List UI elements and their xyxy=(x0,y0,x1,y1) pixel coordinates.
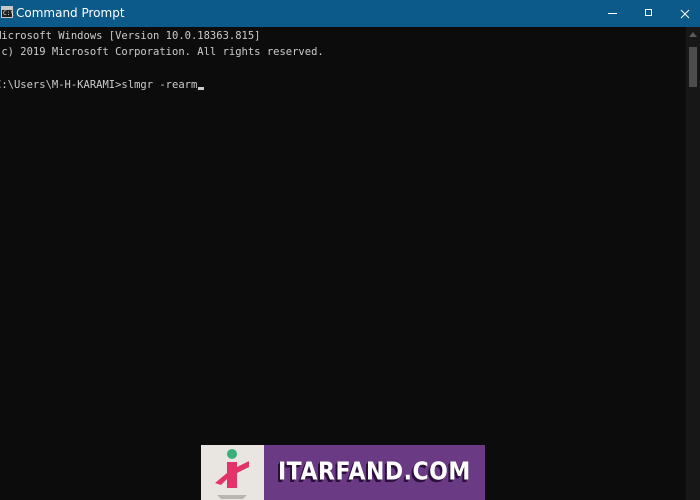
title-bar[interactable]: C:\ Command Prompt xyxy=(0,0,700,27)
itarfand-logo-icon xyxy=(201,445,264,500)
window-title: Command Prompt xyxy=(16,6,125,20)
watermark-text: ITARFAND.COM xyxy=(278,457,471,487)
scroll-up-arrow-icon[interactable] xyxy=(689,32,697,37)
console-line: (c) 2019 Microsoft Corporation. All righ… xyxy=(0,46,324,58)
maximize-button[interactable] xyxy=(630,0,668,27)
watermark-text-panel: ITARFAND.COM xyxy=(264,445,485,500)
close-icon xyxy=(680,9,690,19)
cmd-icon-glyph: C:\ xyxy=(3,10,14,17)
close-button[interactable] xyxy=(666,0,700,27)
vertical-scrollbar[interactable] xyxy=(686,27,700,500)
console-line: Microsoft Windows [Version 10.0.18363.81… xyxy=(0,30,261,42)
scroll-thumb[interactable] xyxy=(689,47,697,87)
watermark-logo xyxy=(201,445,264,500)
command-prompt-window: C:\ Command Prompt Microsoft Windows [Ve… xyxy=(0,0,700,500)
maximize-icon xyxy=(645,9,652,16)
prompt-command: C:\Users\M-H-KARAMI>slmgr -rearm xyxy=(0,79,198,91)
text-cursor xyxy=(198,87,205,90)
cmd-icon[interactable]: C:\ xyxy=(1,6,14,18)
console-output[interactable]: Microsoft Windows [Version 10.0.18363.81… xyxy=(0,27,686,500)
minimize-icon xyxy=(608,13,617,14)
command-line[interactable]: C:\Users\M-H-KARAMI>slmgr -rearm xyxy=(0,77,205,93)
minimize-button[interactable] xyxy=(594,0,632,27)
watermark-banner: ITARFAND.COM xyxy=(201,445,485,500)
